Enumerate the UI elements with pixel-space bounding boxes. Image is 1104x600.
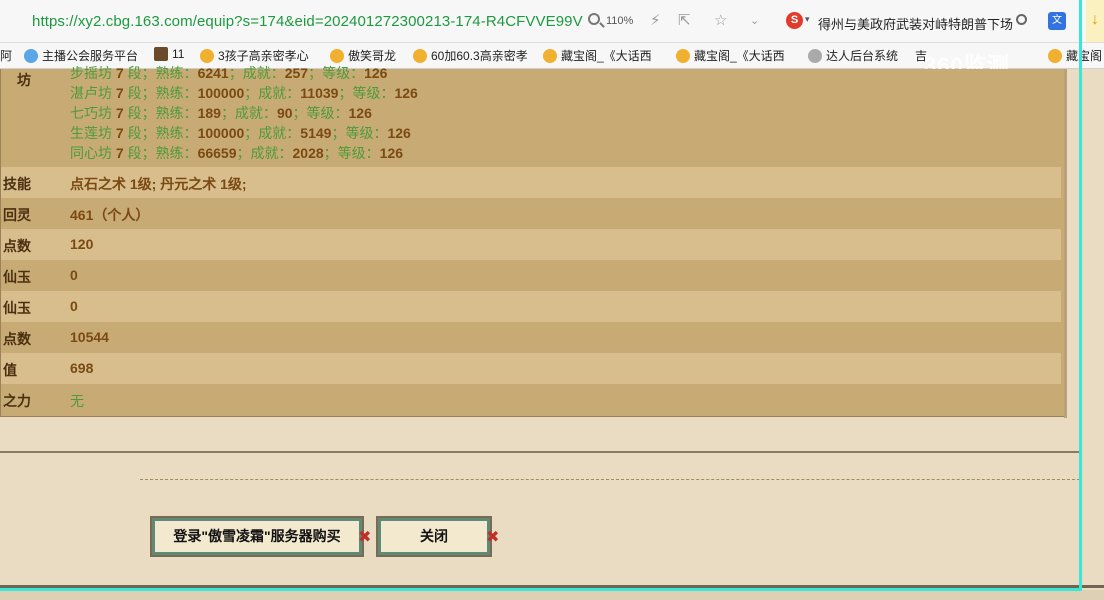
workshop-row: 坊 步摇坊 7 段；熟练：6241；成就：257；等级：126 湛卢坊 7 段；… xyxy=(1,65,1061,175)
bookmark-item[interactable]: 主播公会服务平台 xyxy=(24,47,138,64)
caret-down-icon[interactable]: ▾ xyxy=(805,14,810,25)
treasure-icon xyxy=(330,49,344,63)
panel-border xyxy=(1064,69,1067,418)
knot-ornament-icon: ✖ xyxy=(358,529,372,546)
row-label: 仙玉 xyxy=(3,269,31,285)
row-label: 点数 xyxy=(3,331,31,347)
chevron-down-icon[interactable]: ⌄ xyxy=(750,14,759,27)
bookmark-item[interactable]: 达人后台系统 xyxy=(808,47,898,64)
lightning-icon[interactable]: ⚡ xyxy=(650,11,661,29)
avatar-icon xyxy=(154,47,168,61)
row-value: 698 xyxy=(70,360,94,376)
knot-ornament-icon: ✖ xyxy=(486,529,500,546)
zoom-icon[interactable] xyxy=(588,13,600,25)
download-icon[interactable]: ↓ xyxy=(1086,0,1104,42)
row-value: 无 xyxy=(70,393,84,409)
zoom-level[interactable]: 110% xyxy=(606,15,633,27)
treasure-icon xyxy=(413,49,427,63)
row-label: 仙玉 xyxy=(3,300,31,316)
workshop-line: 湛卢坊 7 段；熟练：100000；成就：11039；等级：126 xyxy=(70,85,418,101)
workshop-label: 坊 xyxy=(17,72,31,88)
info-row: 回灵 461（个人） xyxy=(1,198,1061,229)
selection-border-right xyxy=(1079,0,1082,590)
info-row: 点数 10544 xyxy=(1,322,1061,353)
workshop-line: 同心坊 7 段；熟练：66659；成就：2028；等级：126 xyxy=(70,145,404,161)
close-button[interactable]: 关闭 xyxy=(378,518,490,555)
bookmark-item[interactable]: 60加60.3高亲密孝 xyxy=(413,47,528,64)
cloud-icon xyxy=(24,49,38,63)
bookmark-item[interactable]: 阿 xyxy=(0,47,12,64)
star-icon[interactable]: ☆ xyxy=(714,11,727,29)
search-engine-icon[interactable]: S xyxy=(786,12,803,29)
row-label: 点数 xyxy=(3,238,31,254)
row-label: 值 xyxy=(3,362,17,378)
dashed-divider xyxy=(140,479,1080,480)
news-headline[interactable]: 得州与美政府武装对峙特朗普下场 xyxy=(818,14,1013,33)
bookmark-item[interactable]: 藏宝阁 xyxy=(1048,47,1102,64)
workshop-line: 生莲坊 7 段；熟练：100000；成就：5149；等级：126 xyxy=(70,125,411,141)
share-icon[interactable]: ⇱ xyxy=(678,11,691,29)
footer-strip xyxy=(0,590,1104,600)
info-row: 之力 无 xyxy=(1,384,1061,415)
character-detail-panel: 坊 步摇坊 7 段；熟练：6241；成就：257；等级：126 湛卢坊 7 段；… xyxy=(0,65,1066,417)
workshop-line: 步摇坊 7 段；熟练：6241；成就：257；等级：126 xyxy=(70,65,388,81)
bookmark-item[interactable]: 藏宝阁_《大话西 xyxy=(543,47,652,64)
row-value: 0 xyxy=(70,267,78,283)
row-value: 0 xyxy=(70,298,78,314)
row-value: 461（个人） xyxy=(70,207,150,223)
row-value: 点石之术 1级; 丹元之术 1级; xyxy=(70,176,247,192)
login-buy-button[interactable]: 登录"傲雪凌霜"服务器购买 xyxy=(152,518,362,555)
treasure-icon xyxy=(200,49,214,63)
row-label: 技能 xyxy=(3,176,31,192)
globe-icon xyxy=(808,49,822,63)
row-value: 10544 xyxy=(70,329,109,345)
row-value: 120 xyxy=(70,236,94,252)
bookmark-item[interactable]: 藏宝阁_《大话西 xyxy=(676,47,785,64)
treasure-icon xyxy=(676,49,690,63)
info-row: 仙玉 0 xyxy=(1,291,1061,322)
row-label: 回灵 xyxy=(3,207,31,223)
bookmark-item[interactable]: 傲笑哥龙 xyxy=(330,47,396,64)
treasure-icon xyxy=(543,49,557,63)
browser-toolbar: https://xy2.cbg.163.com/equip?s=174&eid=… xyxy=(0,0,1104,43)
info-row: 值 698 xyxy=(1,353,1061,384)
search-icon[interactable] xyxy=(1016,14,1027,25)
info-row-skills: 技能 点石之术 1级; 丹元之术 1级; xyxy=(1,167,1061,198)
treasure-icon xyxy=(1048,49,1062,63)
translate-icon[interactable]: 文 xyxy=(1048,12,1066,30)
bookmark-item[interactable]: 3孩子高亲密孝心 xyxy=(200,47,309,64)
address-bar[interactable]: https://xy2.cbg.163.com/equip?s=174&eid=… xyxy=(32,13,583,30)
info-row: 仙玉 0 xyxy=(1,260,1061,291)
workshop-line: 七巧坊 7 段；熟练：189；成就：90；等级：126 xyxy=(70,105,372,121)
bookmark-item[interactable]: 11 xyxy=(154,47,184,61)
selection-border-bottom xyxy=(0,588,1082,591)
divider xyxy=(0,451,1080,453)
row-label: 之力 xyxy=(3,393,31,409)
info-row: 点数 120 xyxy=(1,229,1061,260)
